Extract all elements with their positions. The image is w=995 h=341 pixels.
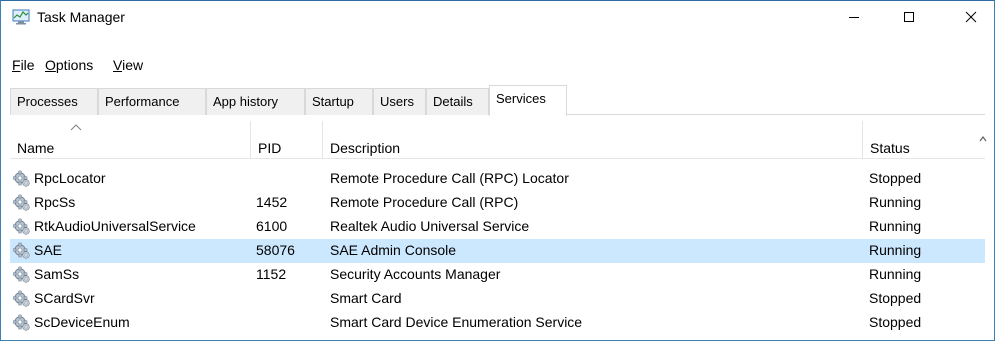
service-gear-icon	[13, 242, 31, 260]
cell-description: Smart Card Device Enumeration Service	[330, 314, 583, 330]
cell-description: SAE Admin Console	[330, 242, 457, 258]
service-gear-icon	[13, 194, 31, 212]
tab-app-history[interactable]: App history	[206, 88, 305, 115]
cell-status: Running	[869, 194, 922, 210]
cell-pid: 58076	[256, 242, 295, 258]
cell-name: ScDeviceEnum	[34, 314, 130, 330]
table-row[interactable]: RpcSs 1452 Remote Procedure Call (RPC) R…	[10, 191, 985, 215]
column-header-name[interactable]: Name	[10, 121, 250, 159]
cell-description: Security Accounts Manager	[330, 266, 501, 282]
tab-strip: Processes Performance App history Startu…	[10, 85, 985, 116]
tab-users[interactable]: Users	[373, 88, 426, 115]
cell-pid: 1452	[256, 194, 288, 210]
task-manager-icon	[12, 9, 30, 25]
cell-name: RtkAudioUniversalService	[34, 218, 196, 234]
tab-details[interactable]: Details	[426, 88, 489, 115]
services-table: Name PID Description Status RpcLocator R…	[10, 121, 987, 341]
title-bar[interactable]: Task Manager	[1, 1, 994, 33]
window-title: Task Manager	[37, 9, 125, 25]
maximize-button[interactable]	[886, 1, 932, 33]
cell-status: Running	[869, 266, 922, 282]
cell-name: SAE	[34, 242, 63, 258]
cell-status: Running	[869, 242, 922, 258]
cell-name: SamSs	[34, 266, 80, 282]
close-button[interactable]	[948, 1, 994, 33]
cell-description: Remote Procedure Call (RPC) Locator	[330, 170, 569, 186]
close-icon	[965, 11, 977, 23]
menu-file[interactable]: File	[12, 57, 35, 73]
table-row-selected[interactable]: SAE 58076 SAE Admin Console Running	[10, 239, 985, 263]
tab-startup[interactable]: Startup	[305, 88, 373, 115]
cell-name: RpcLocator	[34, 170, 106, 186]
menu-view[interactable]: View	[113, 57, 143, 73]
service-gear-icon	[13, 314, 31, 332]
cell-status: Stopped	[869, 290, 922, 306]
column-header-pid[interactable]: PID	[250, 121, 322, 159]
cell-description: Smart Card	[330, 290, 402, 306]
table-row[interactable]: RtkAudioUniversalService 6100 Realtek Au…	[10, 215, 985, 239]
cell-description: Remote Procedure Call (RPC)	[330, 194, 519, 210]
column-header-status[interactable]: Status	[862, 121, 974, 159]
table-row[interactable]: SCardSvr Smart Card Stopped	[10, 287, 985, 311]
table-row[interactable]: ScDeviceEnum Smart Card Device Enumerati…	[10, 311, 985, 335]
cell-name: RpcSs	[34, 194, 76, 210]
service-gear-icon	[13, 170, 31, 188]
scroll-up-arrow-icon[interactable]	[979, 136, 987, 142]
sort-ascending-icon	[70, 124, 82, 131]
service-gear-icon	[13, 290, 31, 308]
cell-description: Realtek Audio Universal Service	[330, 218, 530, 234]
minimize-button[interactable]	[831, 1, 877, 33]
cell-status: Stopped	[869, 314, 922, 330]
tab-services[interactable]: Services	[489, 85, 567, 116]
cell-status: Running	[869, 218, 922, 234]
column-header-description[interactable]: Description	[322, 121, 862, 159]
cell-pid: 6100	[256, 218, 288, 234]
minimize-icon	[849, 17, 859, 18]
table-row[interactable]: SamSs 1152 Security Accounts Manager Run…	[10, 263, 985, 287]
cell-pid: 1152	[256, 266, 287, 282]
tab-processes[interactable]: Processes	[10, 88, 98, 115]
service-gear-icon	[13, 266, 31, 284]
task-manager-window: Task Manager File Options View Processes…	[0, 0, 995, 341]
service-gear-icon	[13, 218, 31, 236]
table-row[interactable]: RpcLocator Remote Procedure Call (RPC) L…	[10, 167, 985, 191]
cell-name: SCardSvr	[34, 290, 95, 306]
table-header: Name PID Description Status	[10, 121, 987, 159]
tab-performance[interactable]: Performance	[98, 88, 206, 115]
maximize-icon	[904, 12, 914, 22]
menu-bar: File Options View	[1, 53, 994, 79]
menu-options[interactable]: Options	[45, 57, 93, 73]
cell-status: Stopped	[869, 170, 922, 186]
